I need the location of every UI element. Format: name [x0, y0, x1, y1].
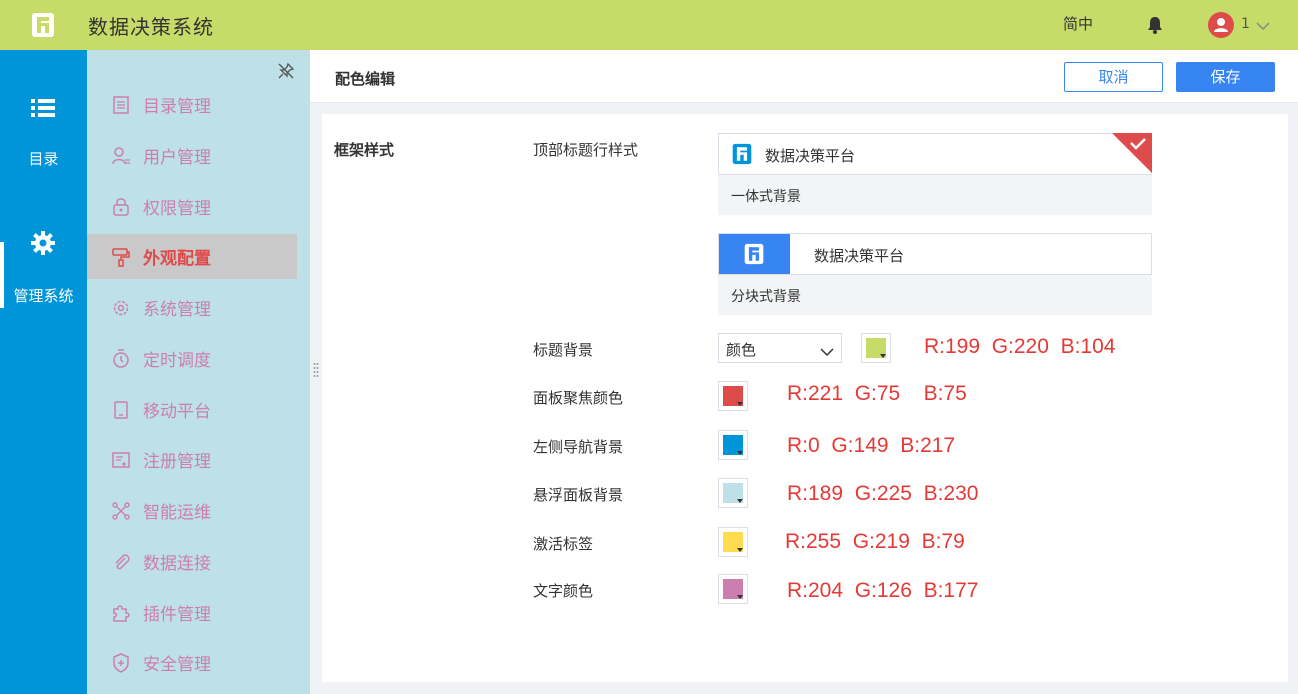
dropdown-arrow-icon: [880, 354, 886, 358]
color-swatch-leftnav[interactable]: [718, 430, 748, 460]
row-label-float-bg: 悬浮面板背景: [533, 486, 624, 504]
dropdown-arrow-icon: [737, 548, 743, 552]
color-swatch-active-tab[interactable]: [718, 527, 748, 557]
pin-icon[interactable]: [277, 62, 295, 80]
rgb-annotation: R:204 G:126 B:177: [787, 579, 979, 602]
rgb-annotation: R:0 G:149 B:217: [787, 434, 956, 457]
section-title: 框架样式: [334, 141, 395, 159]
resize-handle[interactable]: [313, 362, 319, 380]
content-header: 配色编辑 取消 保存: [310, 50, 1298, 103]
timer-icon: [111, 349, 131, 369]
color-swatch-title-bg[interactable]: [861, 333, 891, 363]
row-label-active-tab: 激活标签: [533, 535, 594, 553]
avatar[interactable]: [1208, 12, 1234, 38]
page-title: 配色编辑: [335, 70, 396, 88]
dropdown-arrow-icon: [737, 451, 743, 455]
bell-icon[interactable]: [1146, 15, 1164, 35]
app-logo: [731, 143, 753, 165]
rgb-annotation: R:199 G:220 B:104: [924, 335, 1116, 358]
sidebar-item-label: 安全管理: [143, 655, 211, 675]
tablet-icon: [111, 400, 131, 420]
sidebar-item-label: 用户管理: [143, 148, 211, 168]
sidebar-item-system[interactable]: 系统管理: [87, 285, 297, 330]
catalog-icon: [111, 95, 131, 115]
shield-icon: [111, 653, 131, 673]
sidebar-item-label: 定时调度: [143, 351, 211, 371]
sidebar-item-ops[interactable]: 智能运维: [87, 488, 297, 533]
rgb-annotation: R:189 G:225 B:230: [787, 482, 979, 505]
dropdown-arrow-icon: [737, 595, 743, 599]
row-label-focus-color: 面板聚焦颜色: [533, 389, 624, 407]
sidebar-item-data-connection[interactable]: 数据连接: [87, 539, 297, 584]
sidebar-item-label: 数据连接: [143, 554, 211, 574]
color-swatch-float[interactable]: [718, 478, 748, 508]
lock-icon: [111, 197, 131, 217]
sidebar-item-label: 移动平台: [143, 402, 211, 422]
gear-icon: [30, 230, 56, 255]
sidebar-item-label: 注册管理: [143, 452, 211, 472]
row-label-text-color: 文字颜色: [533, 582, 594, 600]
save-button[interactable]: 保存: [1176, 62, 1275, 92]
nav-label: 管理系统: [13, 287, 74, 305]
left-nav: 目录 管理系统: [0, 50, 87, 694]
sidebar-item-label: 系统管理: [143, 300, 211, 320]
sidebar-item-scheduler[interactable]: 定时调度: [87, 336, 297, 381]
app-title: 数据决策系统: [88, 15, 214, 39]
row-label-leftnav-bg: 左侧导航背景: [533, 438, 624, 456]
user-icon: [1214, 18, 1228, 32]
sidebar-item-label: 目录管理: [143, 97, 211, 117]
app-logo: [30, 12, 56, 38]
style-option-integrated[interactable]: 数据决策平台 一体式背景: [718, 133, 1152, 215]
sidebar-item-label: 智能运维: [143, 503, 211, 523]
chevron-down-icon: [820, 343, 834, 357]
sidebar-item-permissions[interactable]: 权限管理: [87, 184, 297, 229]
dropdown-arrow-icon: [737, 402, 743, 406]
paperclip-icon: [111, 552, 131, 572]
sidebar-item-mobile[interactable]: 移动平台: [87, 387, 297, 432]
puzzle-icon: [111, 603, 131, 623]
sidebar-item-catalog[interactable]: 目录管理: [87, 82, 297, 127]
card-title: 数据决策平台: [765, 147, 856, 165]
row-label-title-bg: 标题背景: [533, 341, 594, 359]
language-switch[interactable]: 简中: [1063, 13, 1093, 34]
sidebar-item-plugins[interactable]: 插件管理: [87, 590, 297, 635]
app-logo: [743, 243, 765, 265]
paint-roller-icon: [111, 247, 131, 267]
nav-item-admin[interactable]: 管理系统: [0, 222, 87, 332]
bg-type-select[interactable]: 颜色: [718, 333, 842, 363]
gear-icon: [111, 298, 131, 318]
sidebar-item-label: 权限管理: [143, 199, 211, 219]
list-icon: [30, 96, 56, 120]
style-option-split[interactable]: 数据决策平台 分块式背景: [718, 233, 1152, 315]
sidebar-item-security[interactable]: 安全管理: [87, 640, 297, 685]
chevron-down-icon[interactable]: [1256, 17, 1270, 31]
card-preview: 数据决策平台: [718, 133, 1152, 175]
rgb-annotation: R:255 G:219 B:79: [785, 530, 965, 553]
rgb-annotation: R:221 G:75 B:75: [787, 382, 967, 405]
cancel-button[interactable]: 取消: [1064, 62, 1163, 92]
register-icon: [111, 450, 131, 470]
top-style-label: 顶部标题行样式: [533, 141, 639, 159]
user-name[interactable]: 1: [1241, 16, 1250, 32]
card-caption: 一体式背景: [731, 189, 801, 205]
top-bar: 数据决策系统 简中 1: [0, 0, 1298, 50]
select-value: 颜色: [726, 341, 757, 359]
sidebar-item-appearance[interactable]: 外观配置: [87, 234, 297, 279]
dropdown-arrow-icon: [737, 499, 743, 503]
sidebar-item-label: 外观配置: [143, 249, 211, 269]
ops-icon: [111, 501, 131, 521]
user-icon: [111, 146, 131, 166]
sidebar-item-register[interactable]: 注册管理: [87, 437, 297, 482]
card-title: 数据决策平台: [814, 247, 905, 265]
color-swatch-focus[interactable]: [718, 381, 748, 411]
sidebar-item-users[interactable]: 用户管理: [87, 133, 297, 178]
card-preview: 数据决策平台: [718, 233, 1152, 275]
selected-check-icon: [1112, 133, 1152, 173]
nav-label: 目录: [28, 150, 59, 168]
color-swatch-text[interactable]: [718, 574, 748, 604]
card-caption: 分块式背景: [731, 289, 801, 305]
nav-item-catalog[interactable]: 目录: [0, 88, 87, 198]
sidebar-item-label: 插件管理: [143, 605, 211, 625]
